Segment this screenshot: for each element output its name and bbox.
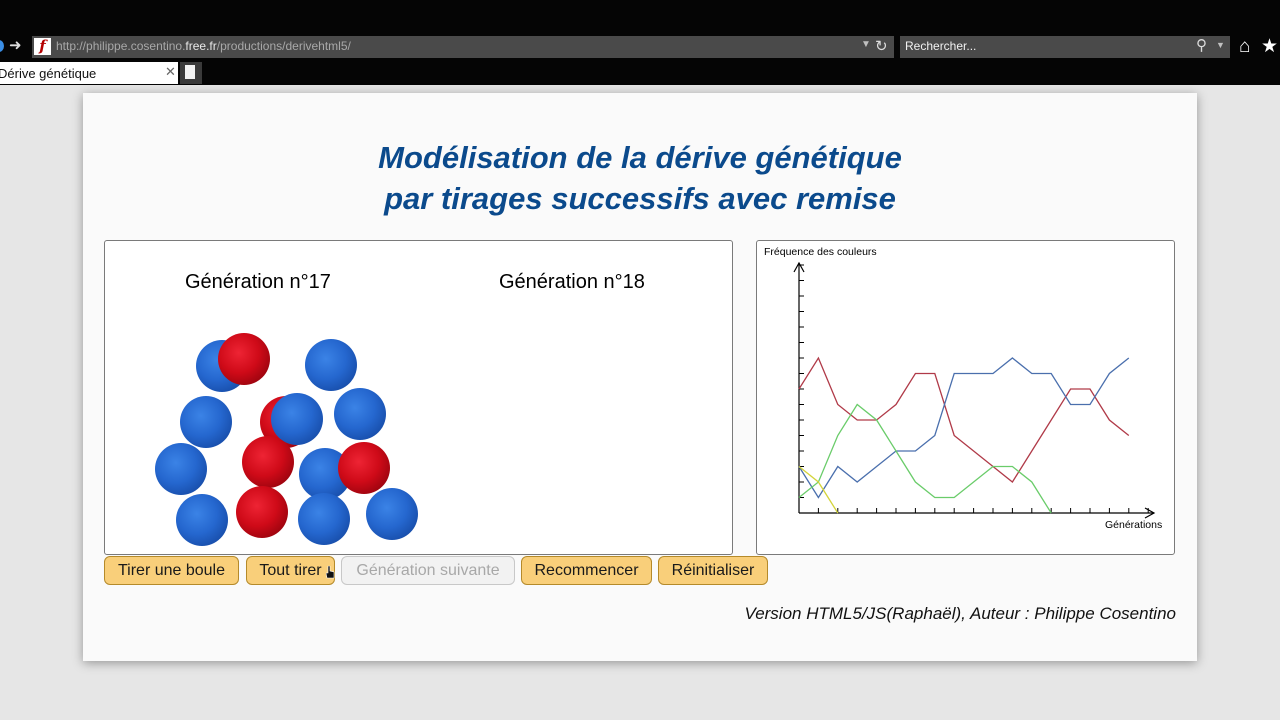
recommencer-button[interactable]: Recommencer <box>521 556 652 585</box>
blue-ball <box>334 388 386 440</box>
page-title-line-1: Modélisation de la dérive génétique <box>378 140 902 175</box>
page-card: Modélisation de la dérive génétique par … <box>83 93 1197 661</box>
home-icon[interactable]: ⌂ <box>1239 36 1250 58</box>
mouse-cursor-icon <box>326 566 335 579</box>
page-title-line-2: par tirages successifs avec remise <box>384 181 896 216</box>
search-input[interactable]: Rechercher... ⚲ ▼ <box>900 36 1230 58</box>
series-line-4 <box>798 465 839 514</box>
reinitialiser-button[interactable]: Réinitialiser <box>658 556 768 585</box>
series-line-1 <box>798 356 1130 483</box>
new-tab-button[interactable] <box>180 62 202 84</box>
generation-suivante-button[interactable]: Génération suivante <box>341 556 515 585</box>
back-icon[interactable] <box>0 40 4 52</box>
red-ball <box>242 436 294 488</box>
search-placeholder: Rechercher... <box>905 39 977 53</box>
blue-ball <box>298 493 350 545</box>
red-ball <box>236 486 288 538</box>
frequency-chart-panel: Fréquence des couleurs Générations <box>756 240 1175 555</box>
tirer-une-boule-button[interactable]: Tirer une boule <box>104 556 239 585</box>
red-ball <box>338 442 390 494</box>
x-axis-label: Générations <box>1105 519 1162 531</box>
series-line-3 <box>798 403 1052 514</box>
urn-panel: Génération n°17 Génération n°18 <box>104 240 733 555</box>
address-bar[interactable]: f http://philippe.cosentino.free.fr/prod… <box>32 36 894 58</box>
red-ball <box>218 333 270 385</box>
search-dropdown-icon[interactable]: ▼ <box>1216 40 1225 50</box>
tout-tirer-button[interactable]: Tout tirer <box>246 556 335 585</box>
refresh-icon[interactable]: ↻ <box>875 37 888 55</box>
close-icon[interactable]: ✕ <box>165 64 176 80</box>
address-dropdown-icon[interactable]: ▼ <box>861 39 871 50</box>
next-generation-label: Génération n°18 <box>499 271 645 293</box>
forward-icon[interactable]: ➜ <box>9 37 22 55</box>
url-text[interactable]: http://philippe.cosentino.free.fr/produc… <box>56 39 351 53</box>
browser-toolbar: ➜ f http://philippe.cosentino.free.fr/pr… <box>0 0 1280 60</box>
tab-derive-genetique[interactable]: Dérive génétique ✕ <box>0 62 178 84</box>
search-icon[interactable]: ⚲ <box>1196 36 1207 54</box>
star-icon[interactable]: ★ <box>1261 35 1278 58</box>
blue-ball <box>366 488 418 540</box>
frequency-chart: Fréquence des couleurs Générations <box>764 246 1162 531</box>
blue-ball <box>155 443 207 495</box>
current-generation-label: Génération n°17 <box>185 271 331 293</box>
blue-ball <box>180 396 232 448</box>
site-favicon-icon: f <box>34 38 51 55</box>
author-footer: Version HTML5/JS(Raphaël), Auteur : Phil… <box>744 604 1176 623</box>
y-axis-label: Fréquence des couleurs <box>764 246 877 258</box>
new-tab-icon <box>185 65 195 79</box>
blue-ball <box>305 339 357 391</box>
blue-ball <box>176 494 228 546</box>
series-line-2 <box>798 357 1130 499</box>
tab-title: Dérive génétique <box>0 66 97 81</box>
blue-ball <box>271 393 323 445</box>
